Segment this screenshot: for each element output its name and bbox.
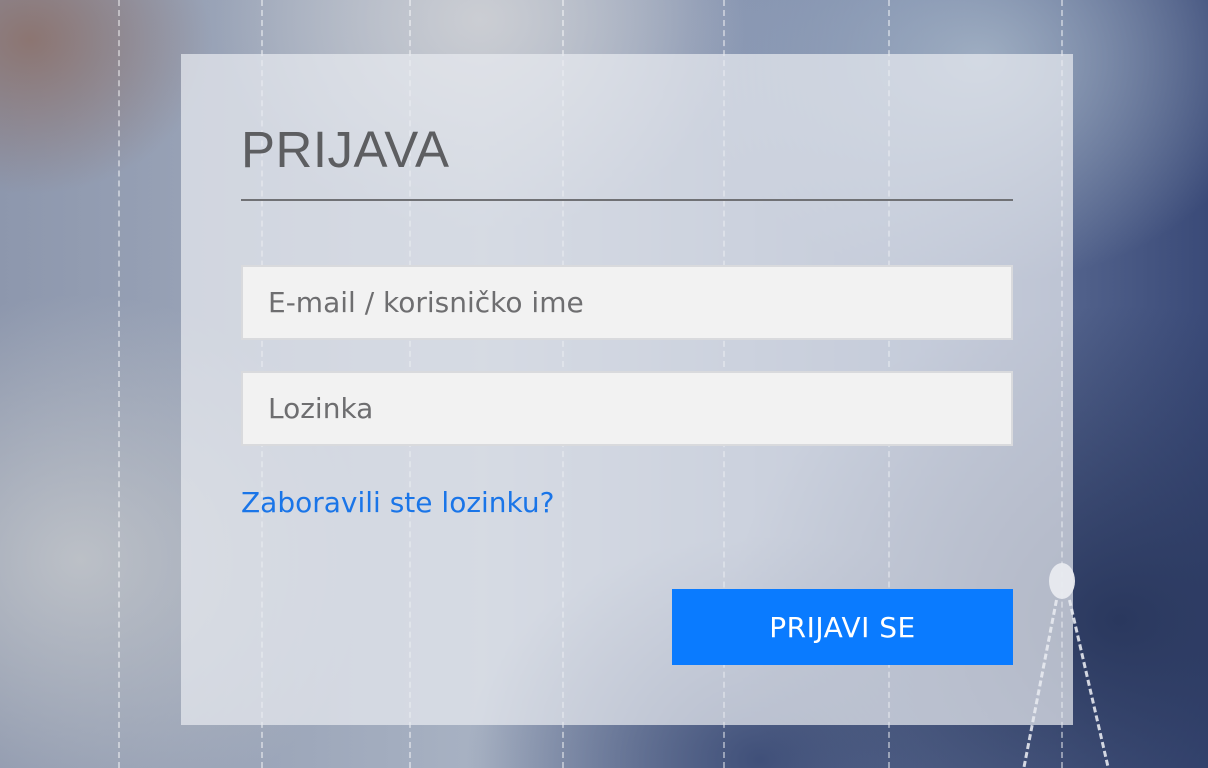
title-divider (241, 199, 1013, 201)
login-title: PRIJAVA (241, 121, 450, 178)
background-light-ray (1068, 599, 1110, 766)
background-dashed-line (118, 0, 120, 768)
forgot-password-link[interactable]: Zaboravili ste lozinku? (241, 483, 555, 523)
email-username-input[interactable] (241, 265, 1013, 340)
login-submit-button[interactable]: PRIJAVI SE (672, 589, 1013, 665)
password-input[interactable] (241, 371, 1013, 446)
login-card: PRIJAVA Zaboravili ste lozinku? PRIJAVI … (181, 54, 1073, 725)
